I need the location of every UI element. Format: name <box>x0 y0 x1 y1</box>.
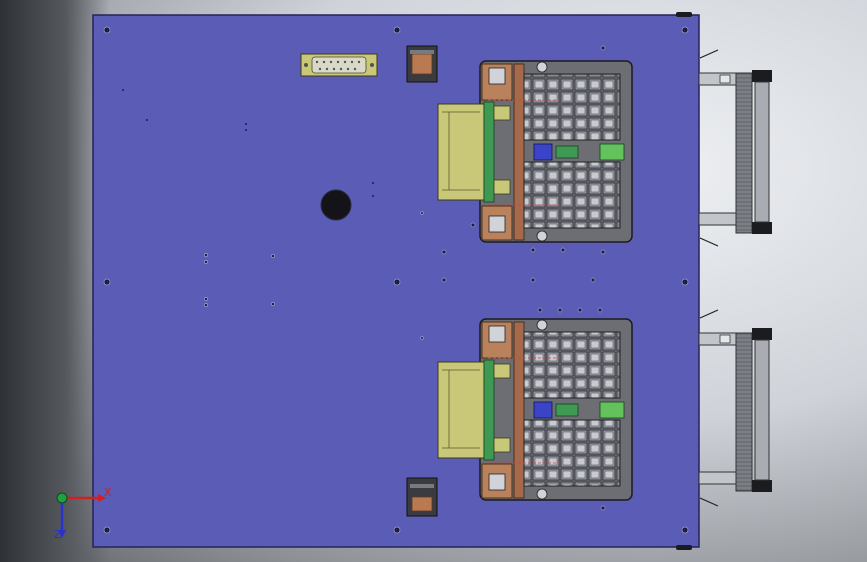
power-module-top <box>406 45 438 83</box>
orientation-triad: X Z <box>48 482 118 542</box>
handle-top <box>698 49 772 247</box>
x-axis-label: X <box>104 486 112 499</box>
cad-viewport[interactable]: X Z <box>0 0 867 562</box>
power-module-bottom <box>406 477 438 517</box>
z-axis-label: Z <box>54 528 62 541</box>
dsub-connector <box>300 53 378 77</box>
cable-hole <box>320 189 352 221</box>
assembly-model[interactable] <box>0 0 867 562</box>
handle-bottom <box>698 309 772 507</box>
